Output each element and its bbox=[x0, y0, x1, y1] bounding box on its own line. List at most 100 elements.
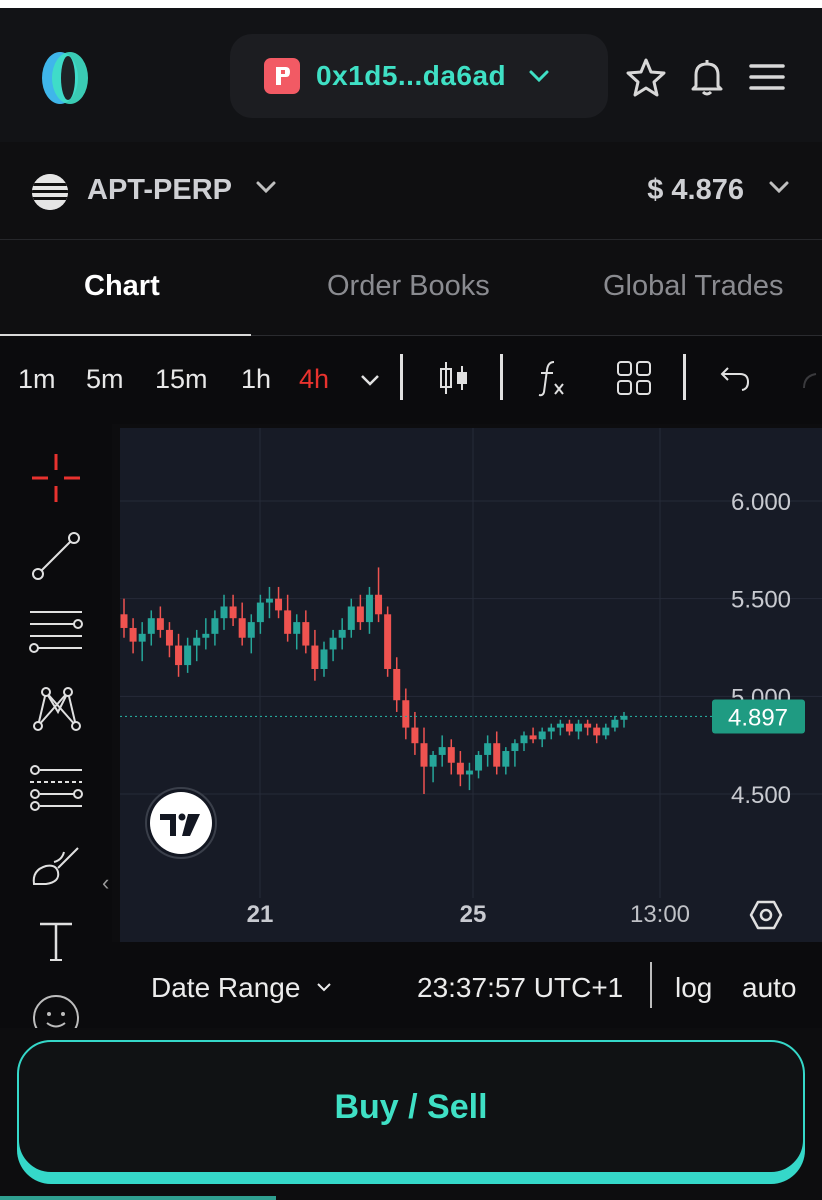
logo-icon[interactable] bbox=[40, 50, 90, 106]
crosshair-icon[interactable] bbox=[28, 450, 84, 506]
candle-body bbox=[484, 743, 492, 755]
action-bar: Buy / Sell bbox=[0, 1028, 822, 1200]
y-tick-label: 5.500 bbox=[731, 587, 791, 614]
candle-body bbox=[220, 606, 228, 619]
tab-order-books[interactable]: Order Books bbox=[327, 270, 490, 303]
candle-body bbox=[565, 723, 573, 732]
wallet-address: 0x1d5...da6ad bbox=[316, 60, 507, 91]
candle-body bbox=[493, 743, 501, 767]
chevron-down-icon[interactable] bbox=[352, 362, 388, 398]
log-scale-toggle[interactable]: log bbox=[675, 972, 712, 1004]
date-range-button[interactable]: Date Range bbox=[151, 972, 300, 1004]
candle-body bbox=[284, 610, 292, 634]
candle-body bbox=[129, 627, 137, 642]
candle-body bbox=[338, 629, 346, 638]
candle-body bbox=[520, 735, 528, 744]
candle-body bbox=[293, 622, 301, 634]
candle-body bbox=[593, 727, 601, 736]
candlestick-icon[interactable] bbox=[434, 358, 474, 398]
candle-body bbox=[265, 598, 273, 603]
chevron-down-icon[interactable] bbox=[768, 180, 790, 194]
timeframe-4h[interactable]: 4h bbox=[299, 364, 329, 395]
horizontal-lines-icon[interactable] bbox=[28, 604, 84, 660]
chart-toolbar: 1m 5m 15m 1h 4h bbox=[0, 336, 822, 424]
timeframe-1m[interactable]: 1m bbox=[18, 364, 56, 395]
toolbar-divider bbox=[500, 354, 503, 400]
chevron-down-icon bbox=[529, 70, 549, 83]
candle-body bbox=[475, 754, 483, 771]
candle-body bbox=[156, 618, 164, 630]
star-icon[interactable] bbox=[625, 56, 667, 98]
candle-body bbox=[556, 723, 564, 728]
candle-body bbox=[502, 751, 510, 767]
candle-body bbox=[384, 614, 392, 669]
pattern-icon[interactable] bbox=[28, 682, 84, 738]
candle-body bbox=[120, 614, 128, 628]
chart-settings-icon[interactable] bbox=[749, 898, 783, 932]
market-price[interactable]: $ 4.876 bbox=[647, 174, 744, 207]
emoji-icon[interactable] bbox=[28, 990, 84, 1028]
collapse-toolbar-icon[interactable]: ‹ bbox=[102, 870, 109, 896]
tradingview-logo-icon bbox=[145, 787, 217, 859]
x-tick-label: 13:00 bbox=[630, 901, 690, 928]
indicators-icon[interactable] bbox=[532, 358, 572, 398]
footer-divider bbox=[650, 962, 652, 1008]
candle-body bbox=[529, 735, 537, 740]
candle-body bbox=[575, 723, 583, 732]
candle-body bbox=[402, 700, 410, 728]
candle-body bbox=[465, 770, 473, 775]
candle-body bbox=[456, 762, 464, 775]
candle-body bbox=[438, 747, 446, 755]
menu-icon[interactable] bbox=[746, 56, 788, 98]
toolbar-divider bbox=[400, 354, 403, 400]
aptos-logo-icon bbox=[32, 174, 68, 210]
trend-line-icon[interactable] bbox=[28, 528, 84, 584]
candle-body bbox=[165, 629, 173, 646]
brush-icon[interactable] bbox=[28, 838, 84, 894]
app-header: 0x1d5...da6ad bbox=[0, 8, 822, 142]
drawing-toolbar bbox=[0, 424, 112, 1028]
candle-body bbox=[447, 747, 455, 763]
timeframe-5m[interactable]: 5m bbox=[86, 364, 124, 395]
toolbar-divider bbox=[683, 354, 686, 400]
chevron-down-icon[interactable] bbox=[314, 980, 334, 994]
price-chart[interactable]: 6.000 5.500 5.000 4.500 21 25 13:00 4.897 bbox=[120, 428, 822, 942]
candle-body bbox=[547, 727, 555, 732]
candle-body bbox=[347, 606, 355, 630]
view-tabs: Chart Order Books Global Trades bbox=[0, 240, 822, 336]
candle-body bbox=[411, 727, 419, 744]
bell-icon[interactable] bbox=[686, 56, 728, 98]
tab-chart[interactable]: Chart bbox=[84, 270, 160, 303]
candle-body bbox=[256, 602, 264, 623]
clock-time[interactable]: 23:37:57 UTC+1 bbox=[417, 972, 623, 1004]
wallet-selector[interactable]: 0x1d5...da6ad bbox=[230, 34, 608, 118]
candle-body bbox=[238, 618, 246, 638]
candle-body bbox=[175, 645, 183, 666]
candle-body bbox=[365, 594, 373, 623]
candle-body bbox=[202, 633, 210, 638]
chart-footer: Date Range 23:37:57 UTC+1 log auto bbox=[112, 942, 822, 1028]
candle-body bbox=[229, 606, 237, 619]
buy-sell-button[interactable]: Buy / Sell bbox=[17, 1040, 805, 1174]
fib-retracement-icon[interactable] bbox=[28, 760, 84, 816]
tab-global-trades[interactable]: Global Trades bbox=[603, 270, 784, 303]
candlestick-chart[interactable]: 6.0005.5005.0004.50021 25 13:004.897 bbox=[120, 428, 822, 942]
candle-body bbox=[611, 719, 619, 728]
redo-icon[interactable] bbox=[796, 358, 822, 398]
x-tick-label: 21 bbox=[247, 901, 274, 928]
candle-body bbox=[375, 594, 383, 615]
candle-body bbox=[275, 598, 283, 611]
text-icon[interactable] bbox=[28, 914, 84, 970]
candle-body bbox=[538, 731, 546, 740]
chevron-down-icon[interactable] bbox=[255, 180, 277, 194]
undo-icon[interactable] bbox=[714, 358, 754, 398]
timeframe-1h[interactable]: 1h bbox=[241, 364, 271, 395]
candle-body bbox=[147, 618, 155, 634]
candle-body bbox=[138, 633, 146, 642]
market-name[interactable]: APT-PERP bbox=[87, 174, 232, 207]
candle-body bbox=[420, 743, 428, 767]
candle-body bbox=[320, 649, 328, 669]
auto-scale-toggle[interactable]: auto bbox=[742, 972, 797, 1004]
layout-icon[interactable] bbox=[614, 358, 654, 398]
timeframe-15m[interactable]: 15m bbox=[155, 364, 208, 395]
